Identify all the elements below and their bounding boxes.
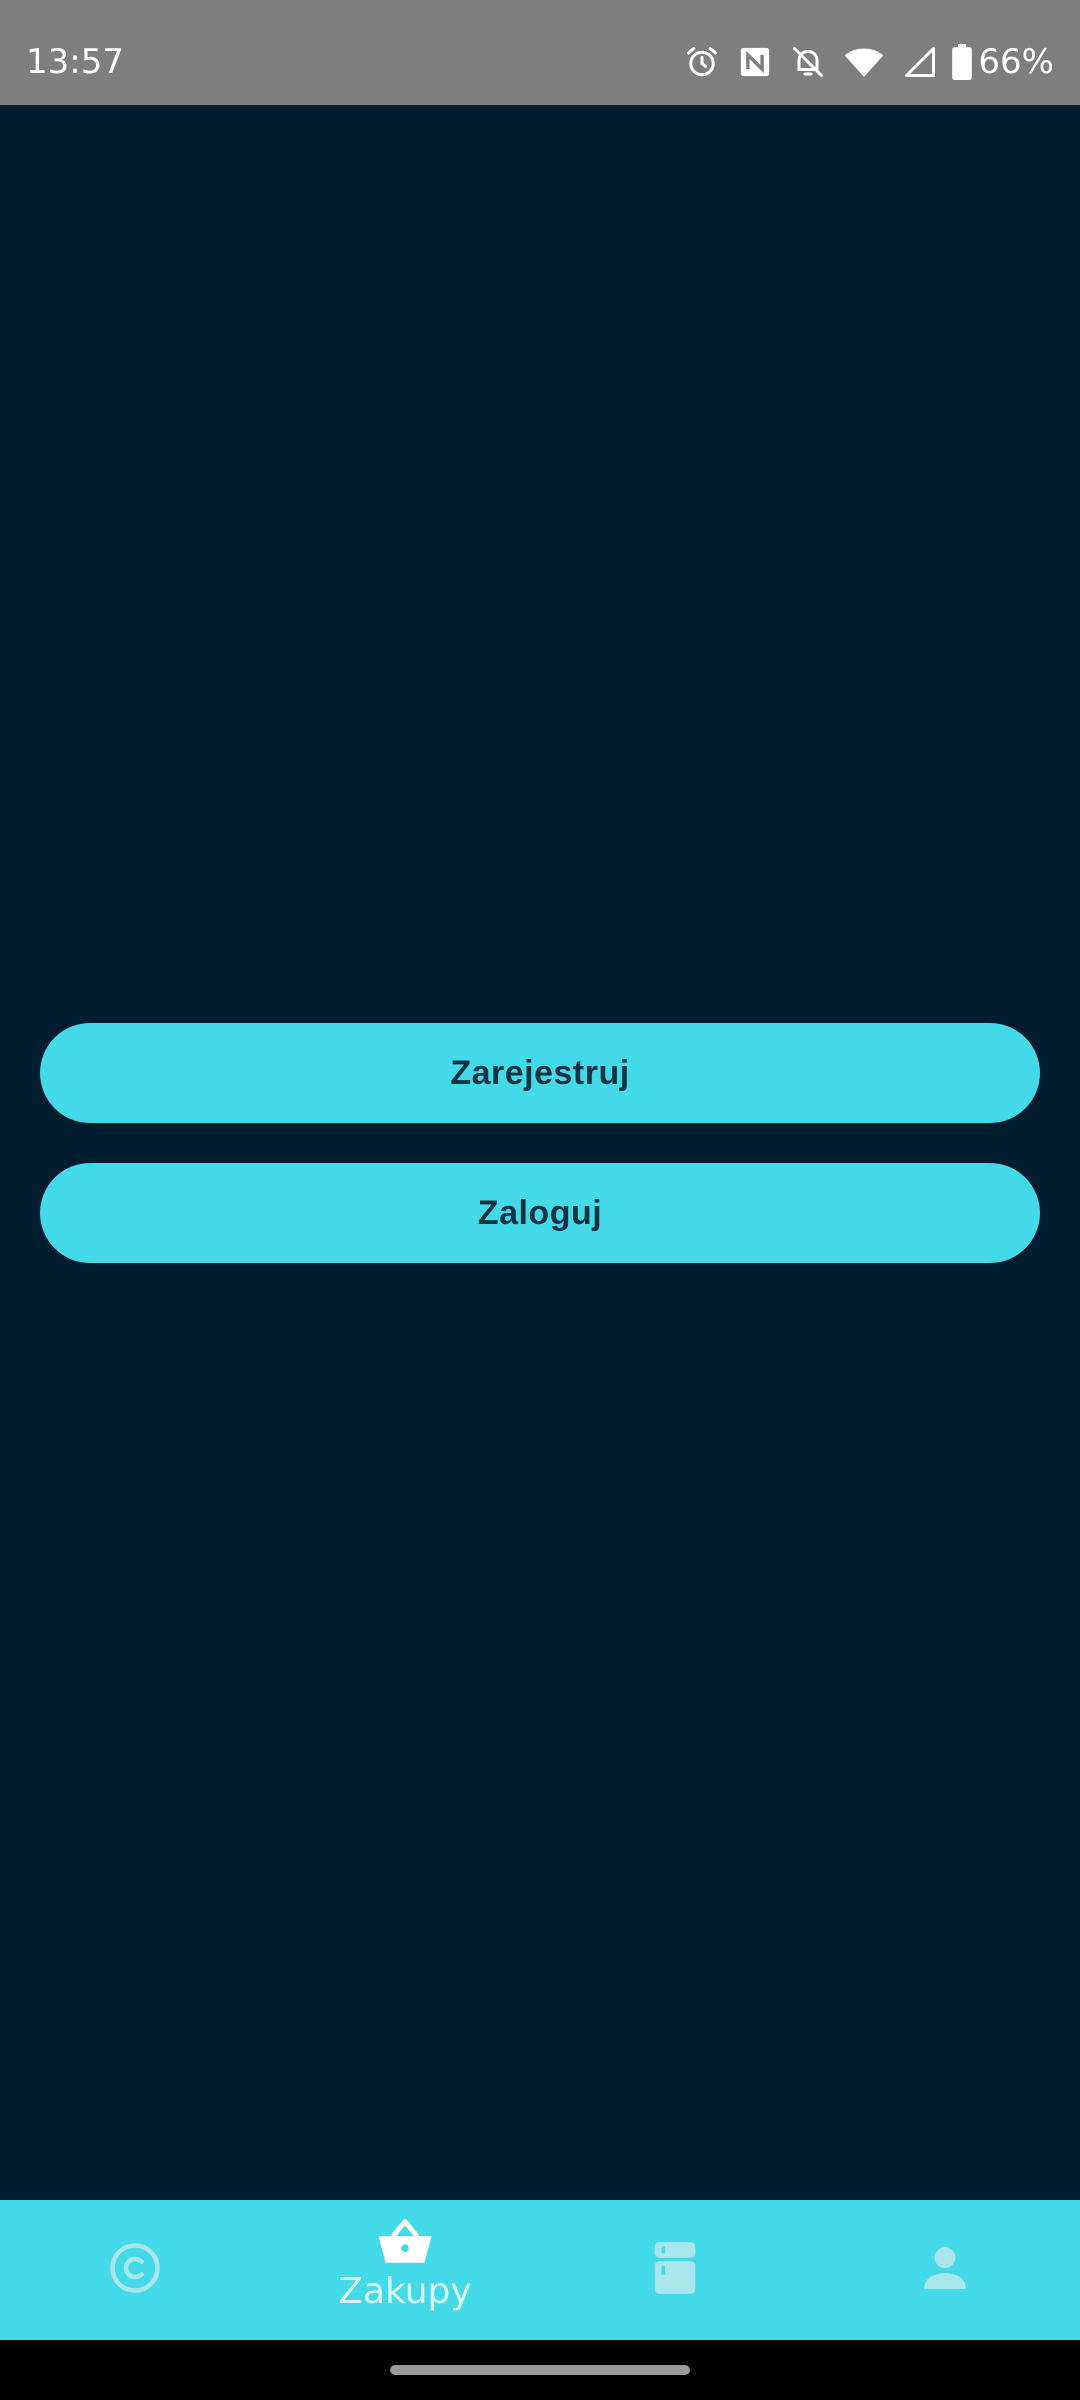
nav-item-fridge[interactable]	[540, 2200, 810, 2340]
wifi-icon	[844, 44, 884, 80]
bottom-nav: Zakupy	[0, 2200, 1080, 2340]
person-icon	[920, 2243, 970, 2297]
status-bar: 13:57 66%	[0, 0, 1080, 105]
battery-icon	[952, 43, 973, 80]
cell-signal-icon	[902, 44, 938, 80]
nav-item-shopping[interactable]: Zakupy	[270, 2200, 540, 2340]
nav-item-profile[interactable]	[810, 2200, 1080, 2340]
status-icons: 66%	[666, 0, 1054, 105]
nav-item-copyright[interactable]	[0, 2200, 270, 2340]
screen: 13:57 66% Zarejestruj Zaloguj Zakupy	[0, 0, 1080, 2400]
register-button[interactable]: Zarejestruj	[40, 1023, 1040, 1123]
nav-label-shopping: Zakupy	[338, 2271, 472, 2312]
nfc-icon	[738, 45, 772, 79]
gesture-handle[interactable]	[390, 2365, 690, 2375]
battery-percent: 66%	[978, 41, 1054, 82]
status-time: 13:57	[26, 42, 124, 82]
copyright-icon	[108, 2241, 162, 2299]
basket-icon	[376, 2216, 434, 2270]
fridge-icon	[652, 2241, 698, 2299]
notifications-off-icon	[790, 44, 826, 80]
alarm-icon	[684, 44, 720, 80]
gesture-bar-area	[0, 2340, 1080, 2400]
main-content: Zarejestruj Zaloguj	[0, 105, 1080, 2200]
login-button[interactable]: Zaloguj	[40, 1163, 1040, 1263]
